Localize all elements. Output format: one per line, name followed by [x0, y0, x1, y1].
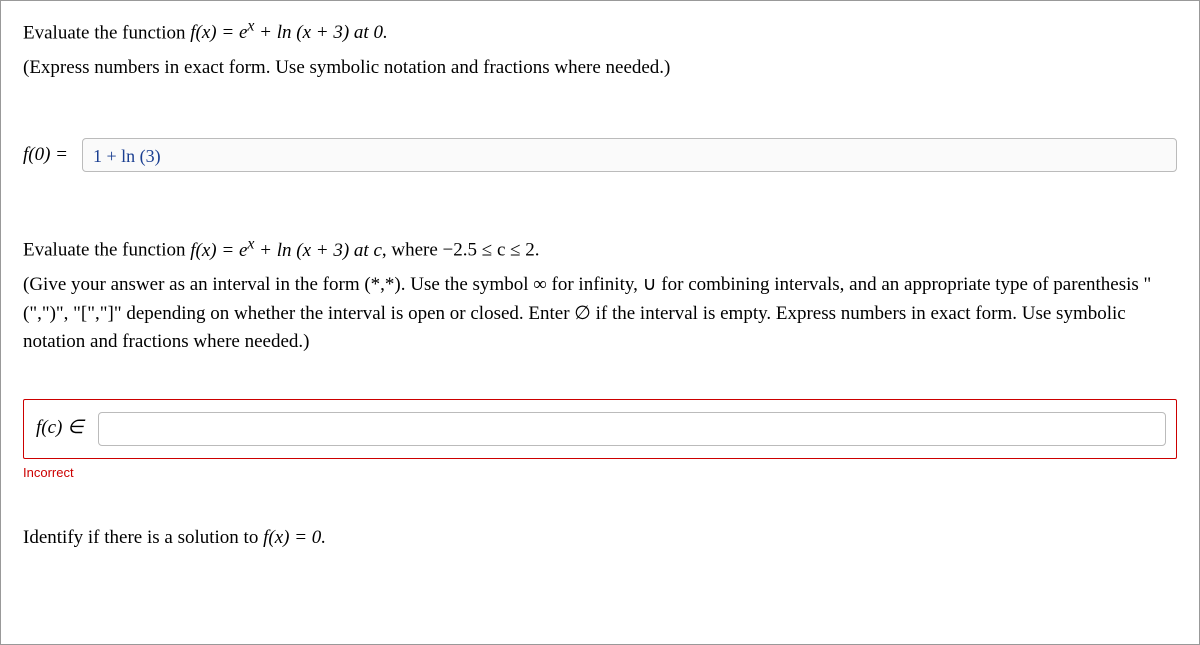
q2-func-mid: + ln (x + 3) at	[254, 240, 373, 261]
q3-func: f(x) = 0.	[263, 527, 326, 548]
question-3: Identify if there is a solution to f(x) …	[23, 524, 1177, 553]
q2-error: Incorrect	[23, 463, 1177, 483]
q1-answer-input[interactable]: 1 + ln (3)	[82, 138, 1177, 172]
q2-prompt-pre: Evaluate the function	[23, 240, 190, 261]
question-2: Evaluate the function f(x) = ex + ln (x …	[23, 232, 1177, 482]
q1-prompt-pre: Evaluate the function	[23, 22, 190, 43]
q3-prompt-pre: Identify if there is a solution to	[23, 527, 263, 548]
q2-label: f(c) ∈	[36, 414, 84, 443]
q2-prompt: Evaluate the function f(x) = ex + ln (x …	[23, 232, 1177, 265]
q1-func-post: + ln (x + 3) at 0.	[254, 22, 387, 43]
q1-prompt: Evaluate the function f(x) = ex + ln (x …	[23, 15, 1177, 48]
q1-func: f(x) = ex + ln (x + 3) at 0.	[190, 22, 387, 43]
question-1: Evaluate the function f(x) = ex + ln (x …	[23, 15, 1177, 172]
q2-answer-input[interactable]	[98, 412, 1166, 446]
q2-cvar: c	[373, 240, 381, 261]
q1-hint: (Express numbers in exact form. Use symb…	[23, 54, 1177, 83]
q2-hint: (Give your answer as an interval in the …	[23, 271, 1177, 357]
q2-func: f(x) = ex + ln (x + 3) at c	[190, 240, 382, 261]
q2-func-main: f(x) = e	[190, 240, 247, 261]
q1-label: f(0) =	[23, 141, 68, 170]
q2-answer-row: f(c) ∈	[23, 399, 1177, 459]
problem-container: { "q1": { "prompt_pre": "Evaluate the fu…	[0, 0, 1200, 645]
q3-prompt: Identify if there is a solution to f(x) …	[23, 524, 1177, 553]
q1-answer-row: f(0) = 1 + ln (3)	[23, 138, 1177, 172]
q2-cond: , where −2.5 ≤ c ≤ 2.	[382, 240, 540, 261]
q1-func-main: f(x) = e	[190, 22, 247, 43]
